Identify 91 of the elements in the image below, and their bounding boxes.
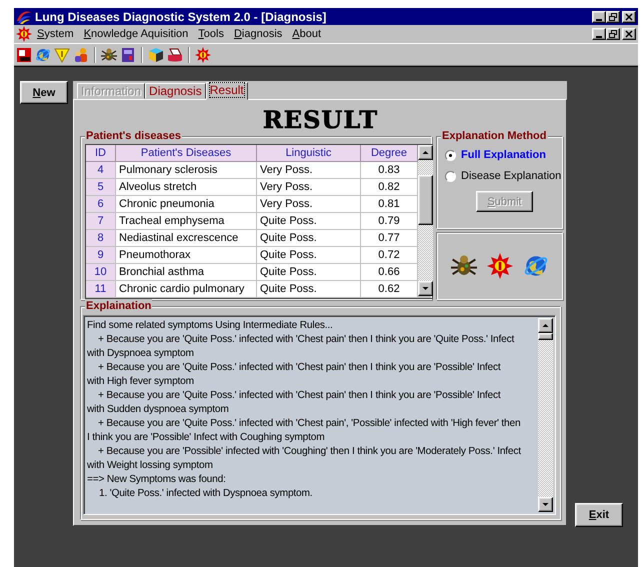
explanation-line: with Sudden dyspnoea symptom [87,403,230,417]
down-triangle-icon [541,501,550,508]
table-cell: 9 [86,247,116,264]
scroll-down-button[interactable] [418,281,433,296]
minimize-button[interactable] [592,28,606,40]
tray-icon[interactable] [167,46,183,62]
burst-icon[interactable] [195,46,211,62]
minimize-icon [596,18,602,20]
table-cell: Quite Poss. [257,281,361,298]
scrollbar-thumb[interactable] [418,175,433,225]
table-cell: Nediastinal excrescence [116,230,257,247]
explanation-line: + Because you are 'Quite Poss.' infected with 'Chest pain' then I think you are 'Quite Poss.' Infect [97,333,516,347]
scrollbar-thumb[interactable] [538,333,553,340]
menu-item[interactable]: Tools [193,28,229,40]
close-icon [625,30,633,38]
group-title: Explanation Method [441,129,548,143]
table-cell: Pulmonary sclerosis [116,162,257,179]
book-icon[interactable] [120,46,136,62]
explanation-line: + Because you are 'Quite Poss.' infected with 'Chest pain', 'Possible' infected with 'High fever' then [97,417,522,431]
explanation-line: with Weight lossing symptom [87,459,214,473]
table-cell: Quite Poss. [257,230,361,247]
radio-button[interactable] [445,170,456,182]
restore-icon [609,30,617,38]
table-cell: Chronic pneumonia [116,196,257,213]
cube-icon[interactable] [148,46,164,62]
scroll-down-button[interactable] [538,497,553,512]
explanation-line: 1. 'Quite Poss.' infected with Dyspnoea symptom. [98,487,314,501]
menu-item[interactable]: Knowledge Aquisition [78,28,194,40]
table-cell: Chronic cardio pulmonary [116,281,257,298]
table-cell: Quite Poss. [257,247,361,264]
column-header[interactable]: Patient's Diseases [116,145,257,162]
card-icon[interactable] [16,46,32,62]
explanation-line: + Because you are 'Possible' infected with 'Coughing' then I think you are 'Moderately Poss.' Infect [97,445,522,459]
table-cell: Very Poss. [257,196,361,213]
close-button[interactable] [622,10,636,22]
radio-button[interactable] [445,150,456,160]
table-cell: Very Poss. [257,162,361,179]
table-cell: Very Poss. [257,179,361,196]
explanation-line: Find some related symptoms Using Intermediate Rules... [87,319,334,333]
burst-icon[interactable] [486,253,512,279]
column-header[interactable]: Degree [361,145,418,162]
restore-icon [609,12,617,20]
people-icon[interactable] [73,46,89,62]
up-triangle-icon [421,149,430,156]
column-header[interactable]: ID [86,145,116,162]
close-icon [625,12,633,20]
tab[interactable]: Result [206,82,248,100]
table-cell: 10 [86,264,116,281]
table-cell: 5 [86,179,116,196]
minimize-button[interactable] [592,10,606,22]
menu-item[interactable]: Diagnosis [228,28,288,40]
table-cell: 7 [86,213,116,230]
window-title: Lung Diseases Diagnostic System 2.0 - [Diagnosis] [35,10,326,24]
app-icon [16,8,32,24]
table-cell: Bronchial asthma [116,264,257,281]
menu-item[interactable]: System [32,28,79,40]
down-triangle-icon [421,285,430,292]
explanation-line: with High fever symptom [87,375,195,389]
table-cell: Quite Poss. [257,213,361,230]
table-cell: Alveolus stretch [116,179,257,196]
up-triangle-icon [541,322,550,329]
table-cell: 6 [86,196,116,213]
table-cell: 4 [86,162,116,179]
scroll-up-button[interactable] [418,145,433,160]
explanation-line: I think you are 'Possible' Infect with Coughing symptom [87,431,326,445]
new-button[interactable]: New [20,81,68,104]
column-header[interactable]: Linguistic [257,145,361,162]
table-cell: 11 [86,281,116,298]
scroll-up-button[interactable] [538,318,553,333]
close-button[interactable] [622,28,636,40]
burst-icon[interactable] [16,26,32,42]
table-cell: 8 [86,230,116,247]
exit-button[interactable]: Exit [575,503,623,527]
table-cell: Pneumothorax [116,247,257,264]
explanation-line: + Because you are 'Quite Poss.' infected with 'Chest pain' then I think you are 'Possible' Infect [97,389,502,403]
explanation-line: ==> New Symptoms was found: [87,473,227,487]
warning-icon[interactable] [54,46,70,62]
bug-icon[interactable] [101,46,117,62]
radio-label[interactable]: Disease Explanation [461,170,562,182]
tab[interactable]: Diagnosis [145,83,206,99]
group-title: Explaination [85,299,152,313]
table-cell: Quite Poss. [257,264,361,281]
explanation-line: + Because you are 'Quite Poss.' infected with 'Chest pain' then I think you are 'Possible' Infect [97,361,502,375]
menu-item[interactable]: About [287,28,326,40]
table-cell: Tracheal emphysema [116,213,257,230]
restore-button[interactable] [606,28,620,40]
minimize-icon [596,36,602,38]
restore-button[interactable] [606,10,620,22]
result-heading: RESULT [262,106,380,134]
radio-label[interactable]: Full Explanation [461,149,546,161]
explanation-line: with Dyspnoea symptom [87,347,195,361]
